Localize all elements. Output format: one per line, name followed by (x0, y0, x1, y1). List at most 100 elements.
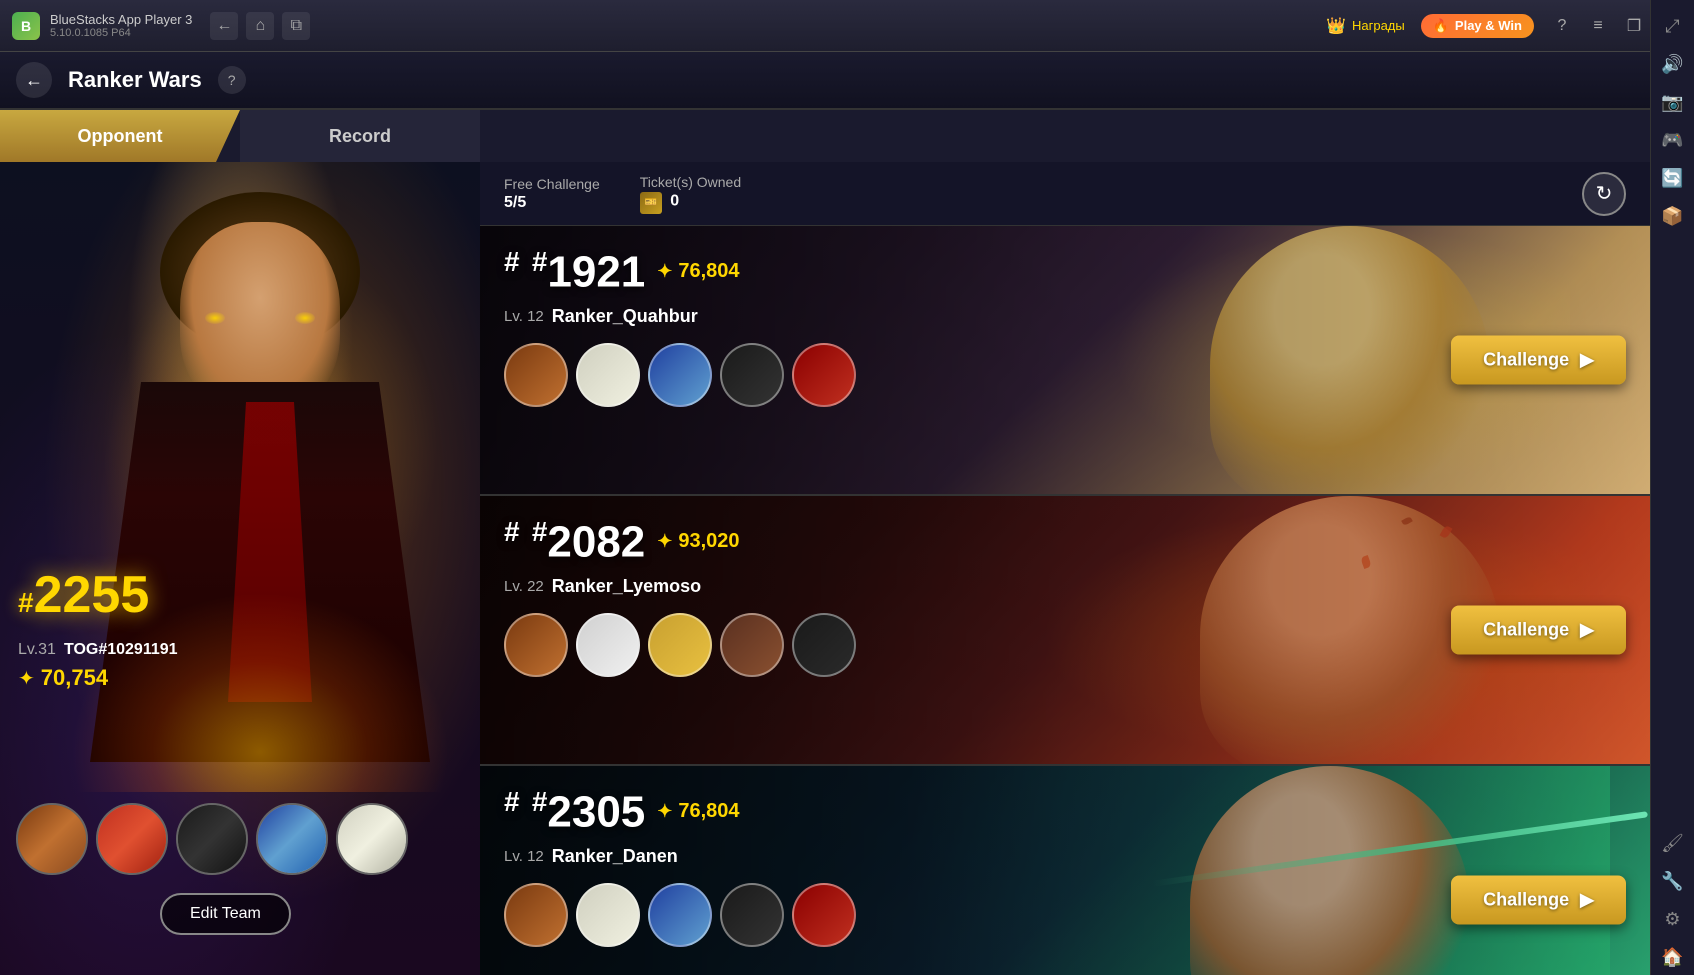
sidebar-home-icon[interactable]: 🏠 (1655, 939, 1691, 975)
opp3-rank-row: #2305 ✦ 76,804 (504, 786, 1626, 838)
bluestacks-logo: B (12, 12, 40, 40)
game-title: Ranker Wars (68, 67, 202, 93)
opp3-rank-hash: # (532, 786, 548, 817)
player-level-row: Lv.31 TOG#10291191 (18, 641, 178, 659)
challenge-button-3[interactable]: Challenge ▶ (1451, 876, 1626, 925)
opp3-rank: #2305 (504, 786, 645, 838)
opp2-avatar-2 (576, 613, 640, 677)
opp2-avatar-5 (792, 613, 856, 677)
opp1-avatar-5 (792, 343, 856, 407)
player-avatar-5 (336, 803, 408, 875)
app-name: BlueStacks App Player 3 (50, 12, 192, 27)
avatar-inner-2 (98, 805, 166, 873)
opp2-rank-row: #2082 ✦ 93,020 (504, 516, 1626, 568)
opp2-name: Ranker_Lyemoso (552, 576, 701, 597)
player-avatar-1 (16, 803, 88, 875)
edit-team-button[interactable]: Edit Team (160, 893, 291, 935)
tickets-stat: Ticket(s) Owned 🎫 0 (640, 174, 741, 214)
avatar-inner-5 (338, 805, 406, 873)
challenge-info-bar: Free Challenge 5/5 Ticket(s) Owned 🎫 0 ↻ (480, 162, 1650, 226)
opponent-card-1: #1921 ✦ 76,804 Lv. 12 Ranker_Quahbur (480, 226, 1650, 496)
sidebar-expand-icon[interactable]: ⤢ (1655, 8, 1691, 44)
free-challenge-label: Free Challenge (504, 176, 600, 192)
sidebar-sync-icon[interactable]: 🔄 (1655, 160, 1691, 196)
sidebar-apk-icon[interactable]: 📦 (1655, 198, 1691, 234)
tickets-label: Ticket(s) Owned (640, 174, 741, 190)
player-stars-row: ✦ 70,754 (18, 665, 108, 691)
char-eye-left (205, 312, 225, 324)
sidebar-settings-icon[interactable]: ⚙ (1655, 901, 1691, 937)
opp3-name: Ranker_Danen (552, 846, 678, 867)
titlebar-nav: ← ⌂ ⧉ (210, 12, 310, 40)
play-win-button[interactable]: 🔥 Play & Win (1421, 14, 1534, 38)
player-rank: 2255 (34, 566, 150, 624)
opp1-avatar-4 (720, 343, 784, 407)
sidebar-brush-icon[interactable]: 🖌 (1655, 825, 1691, 861)
opp2-avatar-1 (504, 613, 568, 677)
tab-opponent[interactable]: Opponent (0, 110, 240, 162)
opp2-level: Lv. 22 (504, 578, 544, 595)
opp3-content: #2305 ✦ 76,804 Lv. 12 Ranker_Danen (480, 766, 1650, 975)
tab-record[interactable]: Record (240, 110, 480, 162)
right-sidebar: ⤢ 🔊 📷 🎮 🔄 📦 🖌 🔧 ⚙ 🏠 (1650, 0, 1694, 975)
player-rank-container: #2255 (18, 565, 149, 625)
opp1-stars: ✦ 76,804 (657, 260, 739, 283)
player-team (16, 803, 408, 875)
opp3-avatar-5 (792, 883, 856, 947)
challenge-arrow-1: ▶ (1580, 350, 1594, 370)
reward-button[interactable]: 👑 Награды (1326, 16, 1405, 36)
opp2-rank: #2082 (504, 516, 645, 568)
menu-icon[interactable]: ≡ (1586, 14, 1610, 38)
restore-icon[interactable]: ❐ (1622, 14, 1646, 38)
player-stars: 70,754 (41, 665, 108, 691)
free-challenge-value: 5/5 (504, 194, 600, 212)
opp3-avatar-1 (504, 883, 568, 947)
challenge-arrow-3: ▶ (1580, 890, 1594, 910)
free-challenge-stat: Free Challenge 5/5 (504, 176, 600, 212)
opponent-card-3: #2305 ✦ 76,804 Lv. 12 Ranker_Danen (480, 766, 1650, 975)
help-icon[interactable]: ? (1550, 14, 1574, 38)
opp1-level-row: Lv. 12 Ranker_Quahbur (504, 306, 1626, 327)
back-nav-button[interactable]: ← (210, 12, 238, 40)
game-header: ← Ranker Wars ? (0, 52, 1654, 110)
rank-hash: # (18, 587, 34, 618)
star-icon-opp3: ✦ (657, 801, 672, 822)
titlebar: B BlueStacks App Player 3 5.10.0.1085 P6… (0, 0, 1694, 52)
tickets-value: 🎫 0 (640, 192, 741, 214)
game-help-button[interactable]: ? (218, 66, 246, 94)
star-icon-opp2: ✦ (657, 531, 672, 552)
opp3-level: Lv. 12 (504, 848, 544, 865)
game-back-button[interactable]: ← (16, 62, 52, 98)
opp1-rank-hash: # (532, 246, 548, 277)
opp1-avatar-2 (576, 343, 640, 407)
opp3-avatar-3 (648, 883, 712, 947)
app-version: 5.10.0.1085 P64 (50, 27, 192, 39)
challenge-button-1[interactable]: Challenge ▶ (1451, 336, 1626, 385)
copy-nav-button[interactable]: ⧉ (282, 12, 310, 40)
opp2-rank-hash: # (532, 516, 548, 547)
star-icon: ✦ (18, 666, 35, 691)
sidebar-tools-icon[interactable]: 🔧 (1655, 863, 1691, 899)
left-panel: #2255 Lv.31 TOG#10291191 ✦ 70,754 (0, 162, 480, 975)
sidebar-volume-icon[interactable]: 🔊 (1655, 46, 1691, 82)
main-content: #2255 Lv.31 TOG#10291191 ✦ 70,754 (0, 162, 1650, 975)
reward-label: Награды (1352, 18, 1405, 33)
opp3-avatar-2 (576, 883, 640, 947)
opp2-avatar-3 (648, 613, 712, 677)
opponents-list: #1921 ✦ 76,804 Lv. 12 Ranker_Quahbur (480, 226, 1650, 975)
opp3-avatar-4 (720, 883, 784, 947)
player-level: Lv.31 (18, 641, 56, 659)
opp1-rank: #1921 (504, 246, 645, 298)
player-avatar-3 (176, 803, 248, 875)
opp2-stars: ✦ 93,020 (657, 530, 739, 553)
challenge-button-2[interactable]: Challenge ▶ (1451, 606, 1626, 655)
opp2-avatar-4 (720, 613, 784, 677)
sidebar-gamepad-icon[interactable]: 🎮 (1655, 122, 1691, 158)
opp3-stars: ✦ 76,804 (657, 800, 739, 823)
player-avatar-4 (256, 803, 328, 875)
home-nav-button[interactable]: ⌂ (246, 12, 274, 40)
sidebar-screenshot-icon[interactable]: 📷 (1655, 84, 1691, 120)
flame-icon: 🔥 (1433, 18, 1449, 34)
refresh-button[interactable]: ↻ (1582, 172, 1626, 216)
star-icon-opp1: ✦ (657, 261, 672, 282)
